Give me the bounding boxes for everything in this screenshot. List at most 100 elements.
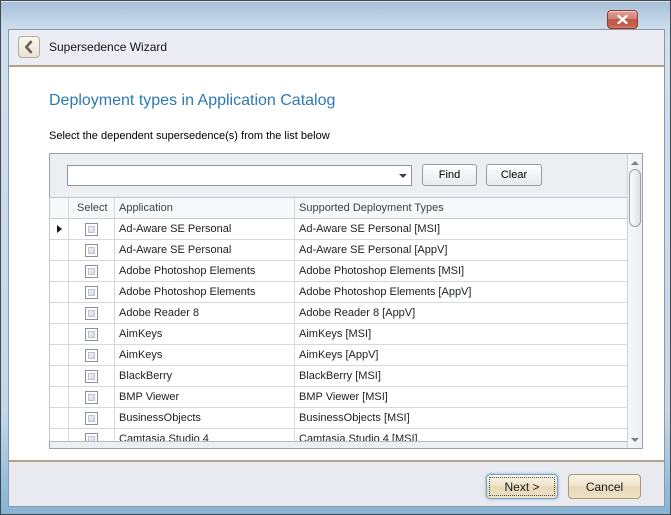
row-deployment-type: Adobe Photoshop Elements [AppV] <box>295 282 627 303</box>
header-deployment-types[interactable]: Supported Deployment Types <box>295 198 627 219</box>
header-select[interactable]: Select <box>69 198 115 219</box>
row-select-cell <box>69 408 115 429</box>
combobox-dropdown-button[interactable] <box>394 166 411 185</box>
row-application: Ad-Aware SE Personal <box>115 240 295 261</box>
table-row[interactable]: BMP Viewer BMP Viewer [MSI] <box>50 387 627 408</box>
row-select-cell <box>69 282 115 303</box>
row-checkbox[interactable] <box>85 412 98 425</box>
row-deployment-type: Adobe Reader 8 [AppV] <box>295 303 627 324</box>
row-deployment-type: AimKeys [AppV] <box>295 345 627 366</box>
row-deployment-type: BMP Viewer [MSI] <box>295 387 627 408</box>
row-select-cell <box>69 219 115 240</box>
row-application: BMP Viewer <box>115 387 295 408</box>
row-select-cell <box>69 345 115 366</box>
row-deployment-type: Ad-Aware SE Personal [AppV] <box>295 240 627 261</box>
row-application: BlackBerry <box>115 366 295 387</box>
table-row[interactable]: Ad-Aware SE Personal Ad-Aware SE Persona… <box>50 240 627 261</box>
row-deployment-type: BusinessObjects [MSI] <box>295 408 627 429</box>
scrollbar-up-button[interactable] <box>628 155 642 170</box>
row-application: AimKeys <box>115 345 295 366</box>
supersedence-table: Select Application Supported Deployment … <box>49 197 628 442</box>
row-indicator-cell <box>50 387 69 408</box>
row-checkbox[interactable] <box>85 370 98 383</box>
next-button[interactable]: Next > <box>486 474 558 499</box>
row-application: AimKeys <box>115 324 295 345</box>
vertical-scrollbar[interactable] <box>627 154 642 448</box>
row-indicator-cell <box>50 303 69 324</box>
row-deployment-type: AimKeys [MSI] <box>295 324 627 345</box>
row-application: Adobe Photoshop Elements <box>115 261 295 282</box>
row-application: Adobe Reader 8 <box>115 303 295 324</box>
row-indicator-cell <box>50 345 69 366</box>
triangle-down-icon <box>631 438 639 442</box>
row-deployment-type: Ad-Aware SE Personal [MSI] <box>295 219 627 240</box>
row-indicator-cell <box>50 261 69 282</box>
table-row[interactable]: Adobe Photoshop Elements Adobe Photoshop… <box>50 282 627 303</box>
scrollbar-down-button[interactable] <box>628 432 642 447</box>
row-select-cell <box>69 387 115 408</box>
cancel-button[interactable]: Cancel <box>568 474 641 499</box>
scrollbar-thumb[interactable] <box>629 169 641 227</box>
back-button[interactable] <box>18 36 40 58</box>
row-select-cell <box>69 261 115 282</box>
row-select-cell <box>69 303 115 324</box>
table-row[interactable]: AimKeys AimKeys [AppV] <box>50 345 627 366</box>
row-checkbox[interactable] <box>85 349 98 362</box>
current-row-indicator-icon <box>57 225 62 233</box>
table-body: Ad-Aware SE Personal Ad-Aware SE Persona… <box>50 219 627 442</box>
row-checkbox[interactable] <box>85 328 98 341</box>
table-row[interactable]: AimKeys AimKeys [MSI] <box>50 324 627 345</box>
table-row[interactable]: Adobe Reader 8 Adobe Reader 8 [AppV] <box>50 303 627 324</box>
table-row[interactable]: BusinessObjects BusinessObjects [MSI] <box>50 408 627 429</box>
instruction-label: Select the dependent supersedence(s) fro… <box>49 130 330 142</box>
wizard-content: Supersedence Wizard Deployment types in … <box>8 29 665 507</box>
row-deployment-type: Camtasia Studio 4 [MSI] <box>295 429 627 442</box>
row-indicator-cell <box>50 282 69 303</box>
table-header-row: Select Application Supported Deployment … <box>50 198 627 219</box>
row-indicator-cell <box>50 429 69 442</box>
chevron-down-icon <box>399 174 407 178</box>
title-bar <box>1 1 670 29</box>
row-select-cell <box>69 324 115 345</box>
row-indicator-cell <box>50 219 69 240</box>
row-indicator-cell <box>50 324 69 345</box>
row-application: Ad-Aware SE Personal <box>115 219 295 240</box>
header-indicator-cell <box>50 198 69 219</box>
filter-combobox[interactable] <box>67 165 412 186</box>
row-select-cell <box>69 366 115 387</box>
window-title: Supersedence Wizard <box>49 30 167 65</box>
row-application: BusinessObjects <box>115 408 295 429</box>
table-row[interactable]: BlackBerry BlackBerry [MSI] <box>50 366 627 387</box>
row-application: Adobe Photoshop Elements <box>115 282 295 303</box>
row-indicator-cell <box>50 240 69 261</box>
row-deployment-type: BlackBerry [MSI] <box>295 366 627 387</box>
row-checkbox[interactable] <box>85 307 98 320</box>
page-title: Deployment types in Application Catalog <box>49 92 335 110</box>
triangle-up-icon <box>631 161 639 165</box>
table-row[interactable]: Adobe Photoshop Elements Adobe Photoshop… <box>50 261 627 282</box>
header-application[interactable]: Application <box>115 198 295 219</box>
close-button[interactable] <box>607 10 638 29</box>
row-select-cell <box>69 429 115 442</box>
table-row[interactable]: Camtasia Studio 4 Camtasia Studio 4 [MSI… <box>50 429 627 442</box>
row-indicator-cell <box>50 366 69 387</box>
row-checkbox[interactable] <box>85 244 98 257</box>
row-checkbox[interactable] <box>85 433 98 443</box>
wizard-footer-bar: Next > Cancel <box>9 460 664 506</box>
row-deployment-type: Adobe Photoshop Elements [MSI] <box>295 261 627 282</box>
supersedence-list-panel: Find Clear Select Application Supported … <box>49 153 643 449</box>
close-icon <box>617 15 628 24</box>
find-button[interactable]: Find <box>422 164 477 186</box>
wizard-header-bar: Supersedence Wizard <box>9 30 664 67</box>
supersedence-wizard-window: Supersedence Wizard Deployment types in … <box>0 0 671 515</box>
row-checkbox[interactable] <box>85 286 98 299</box>
clear-button[interactable]: Clear <box>486 164 542 186</box>
row-checkbox[interactable] <box>85 265 98 278</box>
back-chevron-icon <box>19 36 39 58</box>
row-application: Camtasia Studio 4 <box>115 429 295 442</box>
row-indicator-cell <box>50 408 69 429</box>
row-checkbox[interactable] <box>85 223 98 236</box>
row-checkbox[interactable] <box>85 391 98 404</box>
row-select-cell <box>69 240 115 261</box>
table-row[interactable]: Ad-Aware SE Personal Ad-Aware SE Persona… <box>50 219 627 240</box>
